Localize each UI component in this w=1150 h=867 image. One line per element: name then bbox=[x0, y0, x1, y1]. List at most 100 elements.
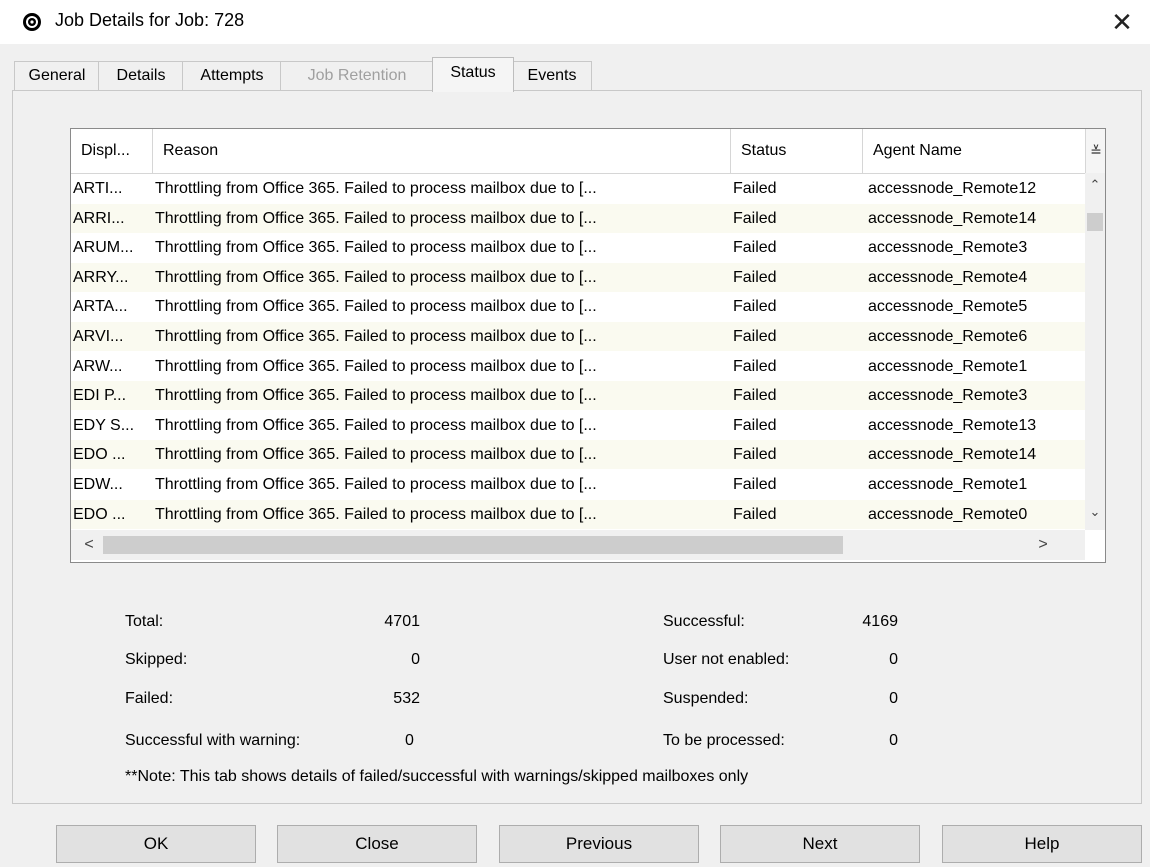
table-row[interactable]: ARTA... Throttling from Office 365. Faile… bbox=[71, 292, 1085, 322]
column-header-agent-name[interactable]: Agent Name bbox=[863, 129, 1085, 173]
cell-status: Failed bbox=[733, 446, 777, 464]
close-icon[interactable]: ✕ bbox=[1104, 4, 1140, 40]
stat-value-total: 4701 bbox=[384, 613, 420, 630]
cell-agent-name: accessnode_Remote3 bbox=[868, 239, 1028, 257]
stat-label-successful-with-warning: Successful with warning: bbox=[125, 732, 301, 749]
tab-general[interactable]: General bbox=[14, 61, 100, 90]
cell-display: ARRI... bbox=[73, 209, 125, 227]
cell-display: EDY S... bbox=[73, 416, 135, 434]
stat-label-failed: Failed: bbox=[125, 690, 174, 707]
commvault-logo-icon bbox=[23, 13, 41, 31]
table-row[interactable]: ARRI... Throttling from Office 365. Faile… bbox=[71, 203, 1085, 233]
stat-label-total: Total: bbox=[125, 613, 164, 630]
cell-display: ARUM... bbox=[73, 239, 134, 257]
window-title: Job Details for Job: 728 bbox=[55, 10, 245, 30]
cell-display: EDO ... bbox=[73, 446, 126, 464]
title-bar: Job Details for Job: 728 ✕ bbox=[0, 0, 1150, 44]
status-note: **Note: This tab shows details of failed… bbox=[125, 768, 749, 785]
tab-job-retention: Job Retention bbox=[280, 61, 434, 90]
cell-agent-name: accessnode_Remote4 bbox=[868, 268, 1028, 286]
table-row[interactable]: EDW... Throttling from Office 365. Failed… bbox=[71, 470, 1085, 499]
stat-label-suspended: Suspended: bbox=[663, 690, 749, 707]
cell-status: Failed bbox=[733, 298, 777, 316]
stat-label-skipped: Skipped: bbox=[125, 651, 188, 668]
cell-display: ARRY... bbox=[73, 268, 129, 286]
cell-agent-name: accessnode_Remote14 bbox=[868, 209, 1037, 227]
cell-display: EDW... bbox=[73, 476, 123, 493]
cell-reason: Throttling from Office 365. Failed to pr… bbox=[155, 446, 597, 464]
vertical-scroll-thumb[interactable] bbox=[1087, 213, 1103, 231]
column-header-display[interactable]: Displ... bbox=[71, 129, 153, 173]
cell-display: EDI P... bbox=[73, 387, 127, 405]
table-row[interactable]: EDO ... Throttling from Office 365. Faile… bbox=[71, 499, 1085, 529]
table-row[interactable]: EDY S... Throttling from Office 365. Fail… bbox=[71, 410, 1085, 440]
cell-display: ARW... bbox=[73, 357, 123, 375]
cell-reason: Throttling from Office 365. Failed to pr… bbox=[155, 268, 597, 286]
cell-agent-name: accessnode_Remote14 bbox=[868, 446, 1037, 464]
tab-status[interactable]: Status bbox=[432, 57, 514, 92]
status-table[interactable]: Displ... Reason Status Agent Name ≚ ARTI… bbox=[70, 128, 1106, 563]
cell-reason: Throttling from Office 365. Failed to pr… bbox=[155, 505, 597, 523]
cell-reason: Throttling from Office 365. Failed to pr… bbox=[155, 476, 597, 493]
cell-reason: Throttling from Office 365. Failed to pr… bbox=[155, 298, 597, 316]
cell-agent-name: accessnode_Remote13 bbox=[868, 416, 1037, 434]
cell-display: ARTI... bbox=[73, 180, 123, 197]
previous-button[interactable]: Previous bbox=[499, 825, 699, 863]
cell-reason: Throttling from Office 365. Failed to pr… bbox=[155, 357, 597, 375]
cell-reason: Throttling from Office 365. Failed to pr… bbox=[155, 209, 597, 227]
stat-value-failed: 532 bbox=[393, 690, 420, 707]
next-button[interactable]: Next bbox=[720, 825, 920, 863]
cell-status: Failed bbox=[733, 505, 777, 523]
stat-value-successful: 4169 bbox=[862, 613, 898, 630]
cell-agent-name: accessnode_Remote6 bbox=[868, 328, 1028, 345]
table-row[interactable]: EDO ... Throttling from Office 365. Faile… bbox=[71, 440, 1085, 470]
stat-value-user-not-enabled: 0 bbox=[889, 651, 898, 668]
table-row[interactable]: ARUM... Throttling from Office 365. Faile… bbox=[71, 233, 1085, 263]
cell-reason: Throttling from Office 365. Failed to pr… bbox=[155, 180, 597, 197]
cell-reason: Throttling from Office 365. Failed to pr… bbox=[155, 328, 597, 345]
cell-agent-name: accessnode_Remote0 bbox=[868, 505, 1028, 523]
cell-status: Failed bbox=[733, 328, 777, 345]
cell-status: Failed bbox=[733, 357, 777, 375]
horizontal-scroll-thumb[interactable] bbox=[103, 536, 843, 554]
table-row[interactable]: ARRY... Throttling from Office 365. Faile… bbox=[71, 262, 1085, 292]
cell-status: Failed bbox=[733, 209, 777, 227]
cell-status: Failed bbox=[733, 180, 777, 197]
help-button[interactable]: Help bbox=[942, 825, 1142, 863]
vertical-scrollbar[interactable]: ⌃ ⌄ bbox=[1085, 173, 1105, 530]
table-row[interactable]: ARTI... Throttling from Office 365. Faile… bbox=[71, 174, 1085, 203]
cell-reason: Throttling from Office 365. Failed to pr… bbox=[155, 387, 597, 405]
table-row[interactable]: ARVI... Throttling from Office 365. Faile… bbox=[71, 322, 1085, 351]
cell-agent-name: accessnode_Remote12 bbox=[868, 180, 1037, 197]
table-header: Displ... Reason Status Agent Name bbox=[71, 129, 1085, 174]
cell-display: ARVI... bbox=[73, 328, 124, 345]
stat-label-to-be-processed: To be processed: bbox=[663, 732, 785, 749]
cell-agent-name: accessnode_Remote1 bbox=[868, 357, 1028, 375]
stat-label-successful: Successful: bbox=[663, 613, 745, 630]
scroll-left-icon[interactable]: < bbox=[77, 530, 101, 560]
cell-agent-name: accessnode_Remote1 bbox=[868, 476, 1028, 493]
column-header-status[interactable]: Status bbox=[731, 129, 863, 173]
stat-label-user-not-enabled: User not enabled: bbox=[663, 651, 790, 668]
close-button[interactable]: Close bbox=[277, 825, 477, 863]
cell-status: Failed bbox=[733, 387, 777, 405]
cell-status: Failed bbox=[733, 239, 777, 257]
column-header-reason[interactable]: Reason bbox=[153, 129, 731, 173]
ok-button[interactable]: OK bbox=[56, 825, 256, 863]
scroll-down-icon[interactable]: ⌄ bbox=[1085, 502, 1105, 522]
cell-agent-name: accessnode_Remote3 bbox=[868, 387, 1028, 405]
tab-events[interactable]: Events bbox=[512, 61, 592, 90]
stat-value-skipped: 0 bbox=[411, 651, 420, 668]
scroll-up-icon[interactable]: ⌃ bbox=[1085, 175, 1105, 195]
cell-reason: Throttling from Office 365. Failed to pr… bbox=[155, 239, 597, 257]
tab-attempts[interactable]: Attempts bbox=[182, 61, 282, 90]
scroll-right-icon[interactable]: > bbox=[1031, 530, 1055, 560]
cell-reason: Throttling from Office 365. Failed to pr… bbox=[155, 416, 597, 434]
table-row[interactable]: EDI P... Throttling from Office 365. Fail… bbox=[71, 381, 1085, 411]
tab-details[interactable]: Details bbox=[98, 61, 184, 90]
column-picker-icon[interactable]: ≚ bbox=[1085, 129, 1105, 173]
horizontal-scrollbar[interactable]: < > bbox=[71, 530, 1085, 560]
cell-agent-name: accessnode_Remote5 bbox=[868, 298, 1028, 316]
table-row[interactable]: ARW... Throttling from Office 365. Failed… bbox=[71, 351, 1085, 381]
stat-value-to-be-processed: 0 bbox=[889, 732, 898, 749]
